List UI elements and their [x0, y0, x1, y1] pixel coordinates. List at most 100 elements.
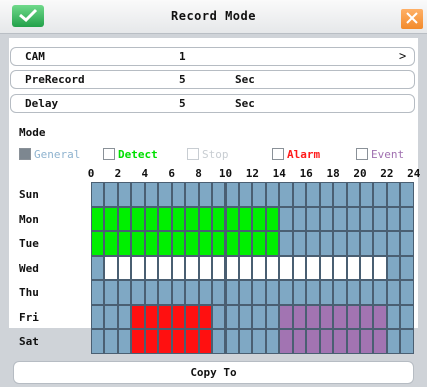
schedule-cell[interactable] — [361, 232, 373, 255]
schedule-cell[interactable] — [280, 232, 292, 255]
schedule-cell[interactable] — [226, 330, 238, 353]
schedule-cell[interactable] — [172, 256, 185, 280]
schedule-cell[interactable] — [199, 305, 212, 329]
legend-stop[interactable]: Stop — [187, 147, 229, 161]
schedule-cell[interactable] — [92, 330, 104, 353]
schedule-cell[interactable] — [239, 305, 252, 329]
schedule-cell[interactable] — [320, 330, 333, 353]
schedule-cell[interactable] — [401, 305, 413, 329]
schedule-cell[interactable] — [307, 207, 319, 231]
schedule-cell[interactable] — [213, 232, 225, 255]
schedule-cell[interactable] — [253, 330, 265, 353]
schedule-cell[interactable] — [132, 256, 144, 280]
schedule-cell[interactable] — [320, 281, 333, 304]
schedule-cell[interactable] — [320, 256, 333, 280]
schedule-cell[interactable] — [307, 330, 319, 353]
schedule-cell[interactable] — [172, 207, 185, 231]
chevron-right-icon[interactable]: > — [399, 49, 406, 63]
schedule-cell[interactable] — [186, 305, 198, 329]
schedule-cell[interactable] — [132, 281, 144, 304]
schedule-cell[interactable] — [239, 281, 252, 304]
schedule-cell[interactable] — [387, 330, 400, 353]
delay-field[interactable]: Delay 5 Sec — [10, 94, 415, 113]
schedule-cell[interactable] — [334, 281, 346, 304]
schedule-cell[interactable] — [361, 256, 373, 280]
schedule-cell[interactable] — [105, 281, 117, 304]
schedule-cell[interactable] — [293, 256, 306, 280]
schedule-cell[interactable] — [293, 183, 306, 206]
schedule-cell[interactable] — [334, 305, 346, 329]
schedule-cell[interactable] — [266, 330, 279, 353]
schedule-cell[interactable] — [253, 232, 265, 255]
general-checkbox[interactable] — [19, 148, 31, 160]
schedule-cell[interactable] — [280, 207, 292, 231]
schedule-cell[interactable] — [387, 183, 400, 206]
cam-field[interactable]: CAM 1 > — [10, 47, 415, 66]
schedule-cell[interactable] — [118, 330, 131, 353]
schedule-cell[interactable] — [132, 207, 144, 231]
schedule-cell[interactable] — [159, 330, 171, 353]
schedule-cell[interactable] — [293, 281, 306, 304]
schedule-cell[interactable] — [132, 232, 144, 255]
schedule-cell[interactable] — [266, 232, 279, 255]
schedule-cell[interactable] — [347, 330, 359, 353]
schedule-cell[interactable] — [118, 183, 131, 206]
schedule-cell[interactable] — [239, 207, 252, 231]
schedule-cell[interactable] — [266, 183, 279, 206]
legend-detect[interactable]: Detect — [103, 147, 158, 161]
schedule-cell[interactable] — [239, 330, 252, 353]
schedule-cell[interactable] — [361, 281, 373, 304]
schedule-cell[interactable] — [118, 256, 131, 280]
schedule-cell[interactable] — [145, 207, 158, 231]
schedule-cell[interactable] — [199, 183, 212, 206]
schedule-cell[interactable] — [320, 305, 333, 329]
schedule-cell[interactable] — [374, 281, 386, 304]
schedule-cell[interactable] — [213, 207, 225, 231]
schedule-cell[interactable] — [145, 183, 158, 206]
schedule-cell[interactable] — [293, 330, 306, 353]
schedule-cell[interactable] — [132, 183, 144, 206]
schedule-cell[interactable] — [226, 281, 238, 304]
schedule-cell[interactable] — [361, 183, 373, 206]
copy-to-button[interactable]: Copy To — [13, 361, 414, 384]
schedule-cell[interactable] — [172, 232, 185, 255]
schedule-cell[interactable] — [334, 256, 346, 280]
delay-value[interactable]: 5 — [179, 97, 186, 110]
schedule-cell[interactable] — [374, 207, 386, 231]
schedule-cell[interactable] — [105, 207, 117, 231]
schedule-cell[interactable] — [226, 183, 238, 206]
schedule-cell[interactable] — [401, 281, 413, 304]
schedule-cell[interactable] — [347, 232, 359, 255]
schedule-cell[interactable] — [226, 305, 238, 329]
schedule-cell[interactable] — [280, 183, 292, 206]
detect-checkbox[interactable] — [103, 148, 115, 160]
schedule-cell[interactable] — [361, 330, 373, 353]
schedule-cell[interactable] — [186, 256, 198, 280]
schedule-cell[interactable] — [266, 281, 279, 304]
schedule-cell[interactable] — [186, 281, 198, 304]
schedule-cell[interactable] — [307, 256, 319, 280]
schedule-cell[interactable] — [226, 207, 238, 231]
schedule-cell[interactable] — [213, 330, 225, 353]
schedule-cell[interactable] — [118, 232, 131, 255]
schedule-cell[interactable] — [145, 256, 158, 280]
schedule-cell[interactable] — [159, 281, 171, 304]
schedule-cell[interactable] — [226, 232, 238, 255]
schedule-cell[interactable] — [145, 281, 158, 304]
schedule-cell[interactable] — [387, 256, 400, 280]
schedule-cell[interactable] — [132, 305, 144, 329]
schedule-cell[interactable] — [199, 281, 212, 304]
schedule-cell[interactable] — [374, 232, 386, 255]
schedule-cell[interactable] — [387, 207, 400, 231]
schedule-cell[interactable] — [280, 330, 292, 353]
schedule-cell[interactable] — [307, 232, 319, 255]
schedule-cell[interactable] — [253, 256, 265, 280]
prerecord-field[interactable]: PreRecord 5 Sec — [10, 70, 415, 89]
schedule-cell[interactable] — [145, 330, 158, 353]
schedule-cell[interactable] — [132, 330, 144, 353]
schedule-cell[interactable] — [199, 232, 212, 255]
close-button[interactable] — [401, 9, 423, 29]
schedule-cell[interactable] — [374, 330, 386, 353]
schedule-cell[interactable] — [293, 232, 306, 255]
schedule-cell[interactable] — [92, 305, 104, 329]
